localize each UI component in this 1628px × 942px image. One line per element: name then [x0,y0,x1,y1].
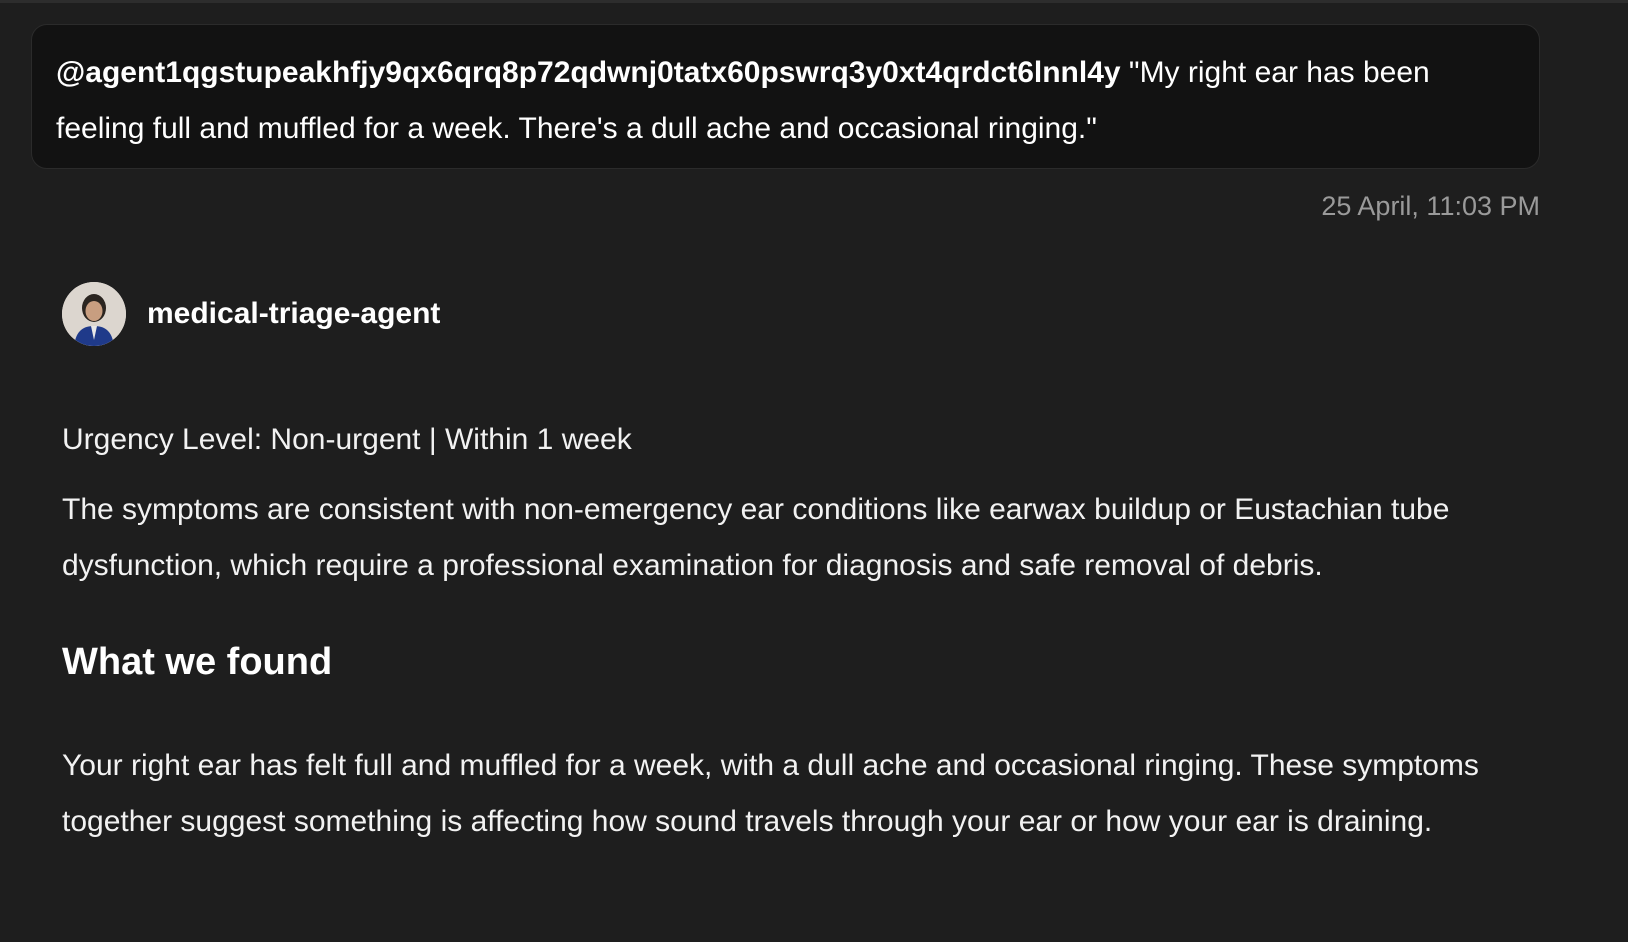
found-paragraph: Your right ear has felt full and muffled… [62,749,1479,838]
agent-response: Urgency Level: Non-urgent | Within 1 wee… [62,412,1542,850]
section-heading: What we found [62,641,333,683]
person-avatar-icon[interactable] [62,282,126,346]
agent-header: medical-triage-agent [62,282,440,346]
avatar-image [62,282,126,346]
message-timestamp: 25 April, 11:03 PM [1321,191,1540,221]
agent-name[interactable]: medical-triage-agent [147,297,440,331]
user-message-bubble: @agent1qgstupeakhfjy9qx6qrq8p72qdwnj0tat… [31,24,1540,169]
agent-mention[interactable]: @agent1qgstupeakhfjy9qx6qrq8p72qdwnj0tat… [56,56,1121,89]
chat-page: @agent1qgstupeakhfjy9qx6qrq8p72qdwnj0tat… [0,0,1628,942]
top-divider [0,0,1628,3]
summary-paragraph: The symptoms are consistent with non-eme… [62,493,1450,582]
urgency-level: Urgency Level: Non-urgent | Within 1 wee… [62,423,632,456]
